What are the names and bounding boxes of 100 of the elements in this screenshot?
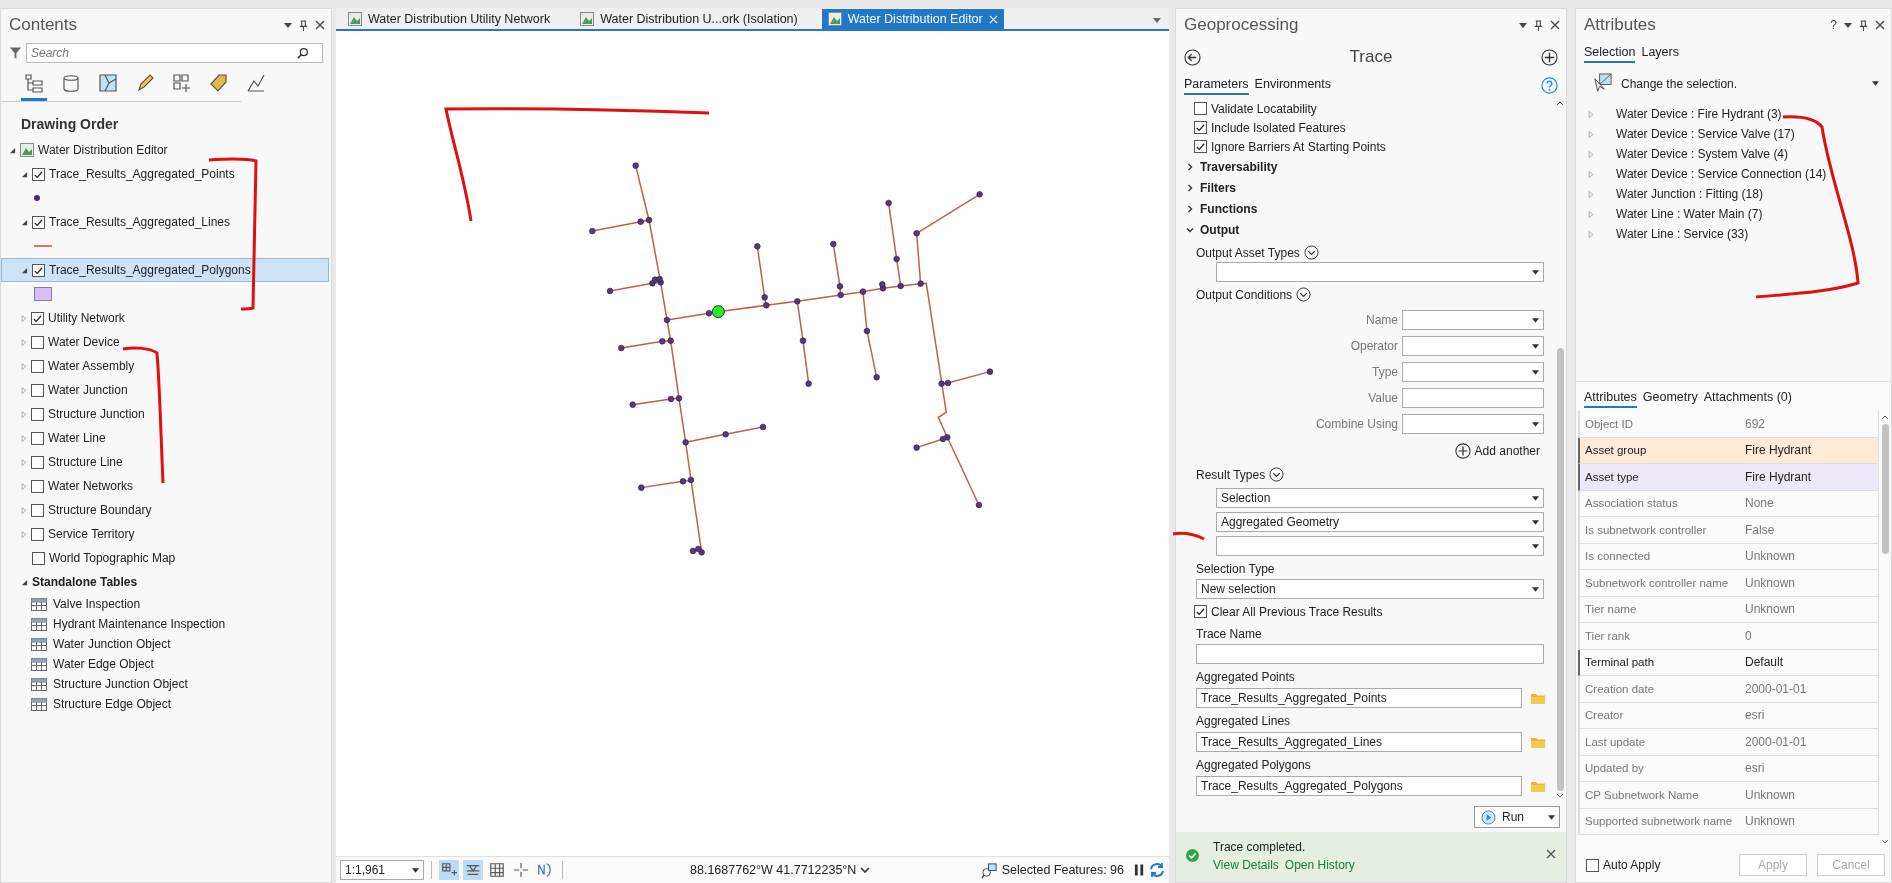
- help-icon[interactable]: [1541, 76, 1558, 94]
- attribute-row[interactable]: Is connected Unknown: [1578, 543, 1879, 570]
- trace-name-input[interactable]: [1196, 644, 1544, 664]
- selection-group[interactable]: Water Device : Service Connection (14): [1616, 167, 1827, 181]
- attribute-row[interactable]: Asset group Fire Hydrant: [1578, 437, 1879, 464]
- zoom-selection-icon[interactable]: [980, 861, 998, 879]
- checkbox[interactable]: [31, 455, 44, 469]
- attribute-row[interactable]: Asset type Fire Hydrant: [1578, 464, 1879, 491]
- attribute-row[interactable]: CP Subnetwork Name Unknown: [1578, 782, 1879, 809]
- options-arrow-icon[interactable]: [1519, 22, 1527, 28]
- table-name[interactable]: Water Junction Object: [53, 637, 171, 651]
- checkbox[interactable]: [31, 383, 44, 397]
- close-icon[interactable]: [1546, 849, 1556, 859]
- attribute-row[interactable]: Is subnetwork controller False: [1578, 517, 1879, 544]
- expand-circle-icon[interactable]: [1303, 245, 1319, 260]
- table-name[interactable]: Valve Inspection: [53, 597, 141, 611]
- section-header[interactable]: Traversability: [1186, 156, 1546, 177]
- pin-icon[interactable]: [299, 19, 308, 31]
- section-header[interactable]: Functions: [1186, 198, 1546, 219]
- map-tab[interactable]: Water Distribution U...ork (Isolation): [574, 9, 804, 29]
- attribute-row[interactable]: Tier rank 0: [1578, 623, 1879, 650]
- expanded-arrow-icon[interactable]: [9, 146, 16, 154]
- layer-row[interactable]: Trace_Results_Aggregated_Polygons: [1, 258, 329, 282]
- checkbox[interactable]: [31, 479, 44, 493]
- checkbox[interactable]: [32, 215, 45, 229]
- selection-group[interactable]: Water Line : Service (33): [1616, 227, 1749, 241]
- scrollbar-thumb[interactable]: [1881, 424, 1889, 554]
- tab[interactable]: Attachments (0): [1703, 388, 1792, 408]
- checkbox[interactable]: [31, 503, 44, 517]
- attribute-row[interactable]: Terminal path Default: [1578, 649, 1879, 676]
- close-icon[interactable]: [315, 20, 325, 30]
- filter-icon[interactable]: [9, 46, 22, 60]
- toggle-button[interactable]: [487, 860, 507, 880]
- close-icon[interactable]: [1550, 20, 1560, 30]
- selection-group[interactable]: Water Junction : Fitting (18): [1616, 187, 1763, 201]
- selection-group[interactable]: Water Line : Water Main (7): [1616, 207, 1763, 221]
- section-header[interactable]: Output: [1186, 219, 1546, 240]
- tab[interactable]: Layers: [1641, 43, 1679, 63]
- expand-circle-icon[interactable]: [1296, 287, 1312, 302]
- checkbox[interactable]: [31, 407, 44, 421]
- scale-dropdown[interactable]: 1:1,961: [340, 860, 424, 880]
- expanded-arrow-icon[interactable]: [21, 218, 28, 226]
- attribute-row[interactable]: Last update 2000-01-01: [1578, 729, 1879, 756]
- attribute-row[interactable]: Association status None: [1578, 490, 1879, 517]
- close-icon[interactable]: [1875, 20, 1885, 30]
- tab[interactable]: Selection: [1584, 43, 1636, 63]
- chevron-down-icon[interactable]: [860, 867, 871, 873]
- tab[interactable]: Geometry: [1642, 388, 1698, 408]
- attribute-row[interactable]: Creator esri: [1578, 702, 1879, 729]
- checkbox[interactable]: [1194, 102, 1207, 115]
- tab-menu-arrow-icon[interactable]: [1153, 18, 1161, 23]
- refresh-icon[interactable]: [1149, 862, 1165, 878]
- run-button[interactable]: Run: [1474, 806, 1560, 828]
- help-button[interactable]: ?: [1830, 18, 1837, 32]
- checkbox[interactable]: [32, 551, 45, 565]
- view-tab[interactable]: [21, 71, 47, 101]
- expanded-arrow-icon[interactable]: [21, 578, 28, 586]
- layer-row[interactable]: Structure Line: [1, 450, 329, 474]
- checkbox[interactable]: [31, 431, 44, 445]
- selection-type-dropdown[interactable]: New selection: [1196, 579, 1544, 599]
- scrollbar-thumb[interactable]: [1556, 348, 1564, 791]
- add-another-button[interactable]: Add another: [1448, 440, 1546, 462]
- tab[interactable]: Environments: [1254, 75, 1332, 95]
- selection-group[interactable]: Water Device : Service Valve (17): [1616, 127, 1795, 141]
- layer-row[interactable]: Service Territory: [1, 522, 329, 546]
- layer-row[interactable]: Structure Boundary: [1, 498, 329, 522]
- table-name[interactable]: Hydrant Maintenance Inspection: [53, 617, 226, 631]
- message-link[interactable]: Open History: [1284, 858, 1355, 872]
- checkbox[interactable]: [1194, 605, 1207, 618]
- options-arrow-icon[interactable]: [284, 22, 292, 28]
- table-name[interactable]: Structure Edge Object: [53, 697, 172, 711]
- layer-row[interactable]: Structure Junction: [1, 402, 329, 426]
- group-name[interactable]: Standalone Tables: [32, 575, 138, 589]
- checkbox[interactable]: [31, 527, 44, 541]
- result-type-dropdown[interactable]: Aggregated Geometry: [1216, 512, 1544, 532]
- pin-icon[interactable]: [1859, 19, 1868, 31]
- checkbox[interactable]: [31, 359, 44, 373]
- checkbox[interactable]: [1194, 140, 1207, 153]
- tab[interactable]: Parameters: [1184, 75, 1249, 95]
- expand-circle-icon[interactable]: [1269, 467, 1285, 482]
- scroll-up-icon[interactable]: [1881, 415, 1889, 420]
- output-path-input[interactable]: Trace_Results_Aggregated_Points: [1196, 688, 1522, 708]
- attribute-row[interactable]: Supported subnetwork name Unknown: [1578, 808, 1879, 835]
- pause-icon[interactable]: [1134, 863, 1145, 877]
- layer-row[interactable]: Water Device: [1, 330, 329, 354]
- scroll-down-icon[interactable]: [1556, 793, 1564, 798]
- message-link[interactable]: View Details: [1213, 858, 1279, 872]
- condition-input[interactable]: [1402, 388, 1544, 408]
- checkbox[interactable]: [32, 263, 45, 277]
- search-icon[interactable]: [297, 47, 309, 59]
- output-path-input[interactable]: Trace_Results_Aggregated_Lines: [1196, 732, 1522, 752]
- checkbox[interactable]: [1194, 121, 1207, 134]
- checkbox[interactable]: [31, 335, 44, 349]
- checkbox[interactable]: [31, 311, 44, 325]
- layer-row[interactable]: Water Networks: [1, 474, 329, 498]
- pin-icon[interactable]: [1534, 19, 1543, 31]
- expanded-arrow-icon[interactable]: [21, 170, 28, 178]
- layer-row[interactable]: Trace_Results_Aggregated_Points: [1, 162, 329, 186]
- toggle-button[interactable]: [463, 860, 483, 880]
- attribute-row[interactable]: Creation date 2000-01-01: [1578, 676, 1879, 703]
